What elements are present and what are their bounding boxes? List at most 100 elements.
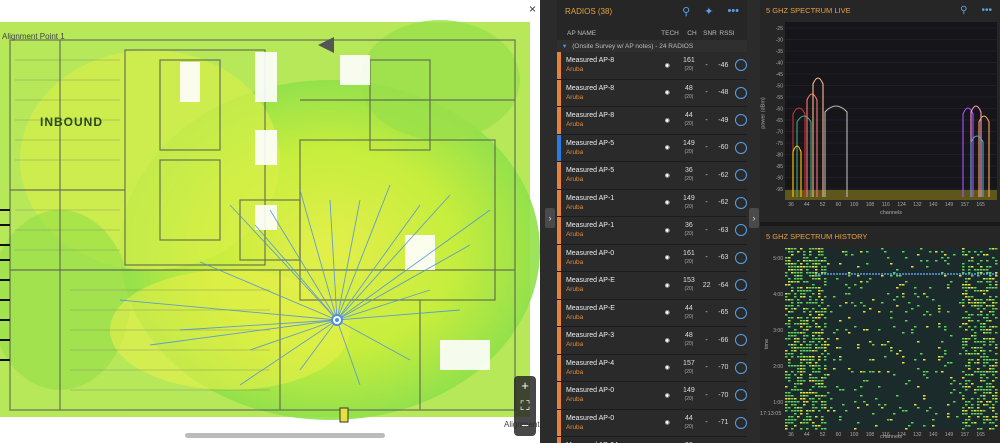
col-ap-name[interactable]: AP NAME [567, 30, 659, 37]
history-cell [980, 260, 983, 262]
history-cell [890, 311, 893, 313]
magnifier-icon[interactable]: ⚲ [960, 5, 967, 16]
history-cell [788, 260, 791, 262]
history-cell [821, 269, 824, 271]
history-cell [803, 335, 806, 337]
radio-row[interactable]: Measured AP-E Aruba ◉ 44 (20) - -65 [557, 299, 747, 327]
radio-row[interactable]: Measured AP-0 Aruba ◉ 44 (20) - -71 [557, 409, 747, 437]
history-cell [812, 320, 815, 322]
info-icon[interactable] [735, 196, 747, 209]
info-icon[interactable] [735, 279, 747, 292]
radio-row[interactable]: Measured AP-8 Aruba ◉ 48 (20) - -48 [557, 79, 747, 107]
radio-row[interactable]: Measured AP-E Aruba ◉ 153 (20) 22 -64 [557, 272, 747, 300]
col-tech[interactable]: TECH [659, 30, 681, 37]
history-cell [911, 422, 914, 424]
spectrum-live-plot[interactable]: -25 -30 -35 -40 -45 -50 -55 -60 -65 -70 -75 -80 -85 -… [776, 22, 997, 208]
more-icon[interactable]: ••• [981, 5, 992, 16]
history-cell [794, 293, 797, 295]
history-cell [989, 365, 992, 367]
radio-group-header[interactable]: ▾ (Onsite Survey w/ AP notes) - 24 RADIO… [557, 40, 747, 52]
history-cell [818, 317, 821, 319]
floor-plan-map[interactable]: × Alignment Point 1 Alignment INBOUND + … [0, 0, 540, 443]
radio-row[interactable]: Measured AP-8 Aruba ◉ 161 (20) - -46 [557, 52, 747, 80]
history-cell [815, 323, 818, 325]
history-cell [992, 395, 995, 397]
radio-row[interactable]: Measured AP-5 Aruba ◉ 149 (20) - -60 [557, 134, 747, 162]
radio-row[interactable]: Measured AP-4 Aruba ◉ 157 (20) - -70 [557, 354, 747, 382]
info-icon[interactable] [735, 361, 747, 374]
history-cell [812, 368, 815, 370]
info-icon[interactable] [735, 389, 747, 402]
history-cell [896, 269, 899, 271]
radio-ap-name: Measured AP-1 [565, 222, 615, 230]
history-cell [926, 266, 929, 268]
history-cell [809, 344, 812, 346]
history-cell [965, 293, 968, 295]
spectrum-history-plot[interactable]: 5:00 4:00 3:00 2:00 1:00 36 44 52 60 100 108 116 124… [773, 248, 998, 438]
history-cell [863, 401, 866, 403]
info-icon[interactable] [735, 59, 747, 72]
zoom-out-button[interactable]: − [514, 416, 536, 436]
radio-row[interactable]: Measured AP-5 Aruba ◉ 36 (20) - -62 [557, 162, 747, 190]
more-icon[interactable]: ••• [727, 5, 739, 18]
history-cell [947, 284, 950, 286]
history-cell [839, 305, 842, 307]
history-cell [803, 401, 806, 403]
y-tick-label: 5:00 [773, 256, 783, 262]
history-cell [968, 326, 971, 328]
fit-button[interactable]: ⛶ [514, 396, 536, 416]
wand-icon[interactable]: ✦ [704, 5, 713, 18]
info-icon[interactable] [735, 416, 747, 429]
col-ch[interactable]: CH [681, 30, 703, 37]
radio-ap-name: Measured AP-0 [565, 249, 615, 257]
history-cell [911, 266, 914, 268]
history-cell [974, 389, 977, 391]
history-cell [947, 416, 950, 418]
info-icon[interactable] [735, 86, 747, 99]
radio-row[interactable]: Measured AP-3 Aruba ◉ 48 (20) - -66 [557, 327, 747, 355]
radio-row[interactable]: Measured AP-1 Aruba ◉ 36 (20) - -63 [557, 217, 747, 245]
history-cell [962, 395, 965, 397]
info-icon[interactable] [735, 251, 747, 264]
radio-row[interactable]: Measured AP-0 Aruba ◉ 149 (20) - -70 [557, 382, 747, 410]
history-cell [806, 290, 809, 292]
info-icon[interactable] [735, 169, 747, 182]
info-icon[interactable] [735, 141, 747, 154]
history-cell [785, 374, 788, 376]
history-cell [965, 422, 968, 424]
info-icon[interactable] [735, 224, 747, 237]
history-cell [995, 401, 998, 403]
history-cell [965, 413, 968, 415]
radio-row[interactable]: Measured AP-1 Aruba ◉ 149 (20) - -62 [557, 189, 747, 217]
info-icon[interactable] [735, 334, 747, 347]
close-icon[interactable]: × [529, 2, 536, 16]
radio-row[interactable]: Measured AP-8 Aruba ◉ 44 (20) - -49 [557, 107, 747, 135]
history-cell [926, 410, 929, 412]
heatmap-canvas[interactable] [0, 0, 540, 443]
history-cell [791, 350, 794, 352]
horizontal-scrollbar[interactable] [185, 433, 385, 438]
expand-panel-button[interactable]: › [545, 208, 555, 228]
radio-row[interactable]: Measured AP-0 Aruba ◉ 161 (20) - -63 [557, 244, 747, 272]
history-cell [794, 323, 797, 325]
history-cell [800, 383, 803, 385]
radio-row[interactable]: Measured AP-04Aruba◉36(20)--72 [557, 437, 747, 443]
chevron-down-icon[interactable]: ▾ [563, 42, 566, 50]
history-cell [968, 251, 971, 253]
col-rssi[interactable]: RSSI [717, 30, 737, 37]
x-tick-label: 36 [788, 432, 794, 438]
radio-name-cell: Measured AP-E Aruba [561, 304, 657, 322]
search-icon[interactable]: ⚲ [682, 5, 690, 18]
info-icon[interactable] [735, 114, 747, 127]
zoom-in-button[interactable]: + [514, 376, 536, 396]
history-cell [980, 386, 983, 388]
history-cell [815, 257, 818, 259]
col-snr[interactable]: SNR [703, 30, 717, 37]
history-cell [800, 365, 803, 367]
expand-panel-button-2[interactable]: › [749, 208, 759, 228]
history-cell [890, 350, 893, 352]
info-icon[interactable] [735, 306, 747, 319]
y-tick-label: 1:00 [773, 400, 783, 406]
history-cell [995, 281, 998, 283]
history-cell [950, 335, 953, 337]
